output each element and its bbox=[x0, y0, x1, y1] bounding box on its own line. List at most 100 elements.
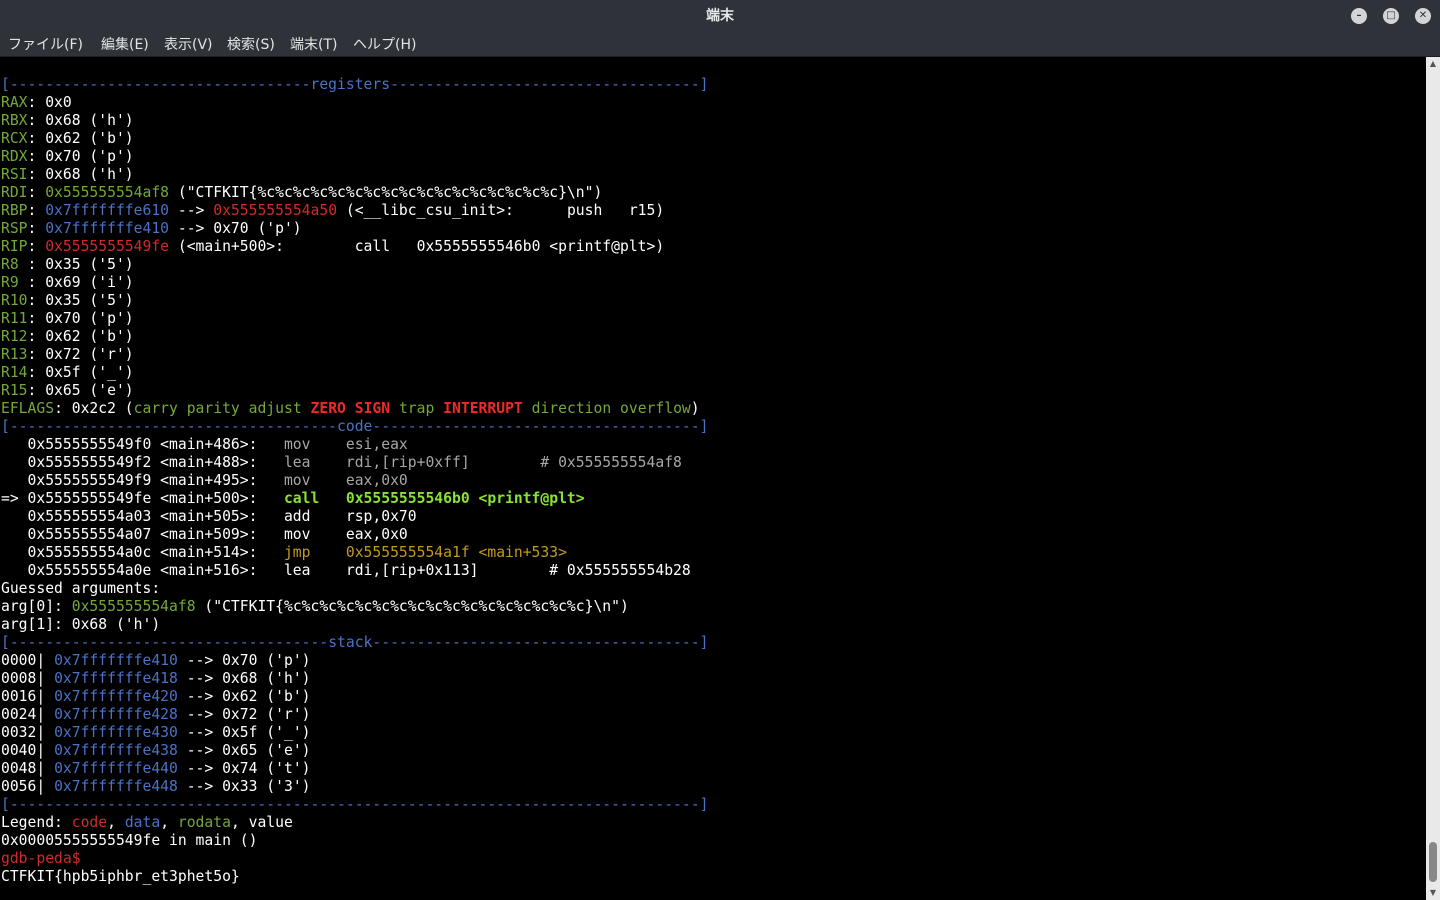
terminal-text: ZERO SIGN bbox=[310, 400, 391, 417]
terminal-text: CTFKIT{hpb5iphbr_et3phet5o} bbox=[1, 868, 240, 885]
title-bar[interactable]: 端末 – □ ✕ bbox=[0, 0, 1440, 32]
terminal-text: 0x5555555549fe bbox=[45, 238, 170, 255]
terminal-text: : 0x69 ('i') bbox=[27, 274, 134, 291]
terminal-text: mov eax,0x0 bbox=[283, 472, 408, 489]
terminal-text: stack bbox=[328, 634, 373, 651]
menu-edit[interactable]: 編集(E) bbox=[101, 32, 149, 56]
terminal-text: --> 0x33 ('3') bbox=[177, 778, 311, 795]
terminal-line: RBP: 0x7fffffffe610 --> 0x555555554a50 (… bbox=[1, 202, 708, 220]
terminal-line: 0024| 0x7fffffffe428 --> 0x72 ('r') bbox=[1, 706, 708, 724]
terminal-text: EFLAGS bbox=[1, 400, 55, 417]
terminal-text: : 0x2c2 ( bbox=[54, 400, 134, 417]
terminal-text: : 0x68 ('h') bbox=[27, 112, 134, 129]
terminal-line: R12: 0x62 ('b') bbox=[1, 328, 708, 346]
terminal-text: 0x555555554a07 <main+509>: mov eax,0x0 bbox=[1, 526, 408, 543]
terminal-text: : 0x68 ('h') bbox=[27, 166, 134, 183]
terminal-line: 0x5555555549f2 <main+488>: lea rdi,[rip+… bbox=[1, 454, 708, 472]
terminal-line: [------------------------------------sta… bbox=[1, 634, 708, 652]
terminal-text: R9 bbox=[1, 274, 28, 291]
close-icon[interactable]: ✕ bbox=[1415, 8, 1431, 24]
terminal-text: mov esi,eax bbox=[283, 436, 408, 453]
terminal-text: [---------------------------------------… bbox=[1, 796, 709, 813]
terminal-text: 0016| bbox=[1, 688, 55, 705]
terminal-line: CTFKIT{hpb5iphbr_et3phet5o} bbox=[1, 868, 708, 886]
terminal-line: 0032| 0x7fffffffe430 --> 0x5f ('_') bbox=[1, 724, 708, 742]
scroll-thumb[interactable] bbox=[1429, 842, 1437, 882]
terminal-text: R14 bbox=[1, 364, 28, 381]
terminal-text: 0x5555555549f9 <main+495>: bbox=[1, 472, 284, 489]
terminal-text: 0040| bbox=[1, 742, 55, 759]
terminal-text: RSI bbox=[1, 166, 28, 183]
terminal-text: RAX bbox=[1, 94, 28, 111]
terminal-text: (<main+500>: call 0x5555555546b0 <printf… bbox=[169, 238, 665, 255]
terminal-text: lea rdi,[rip+0xff] # 0x555555554af8 bbox=[283, 454, 682, 471]
menu-view[interactable]: 表示(V) bbox=[164, 32, 213, 56]
terminal-line: 0000| 0x7fffffffe410 --> 0x70 ('p') bbox=[1, 652, 708, 670]
terminal-line: 0x555555554a03 <main+505>: add rsp,0x70 bbox=[1, 508, 708, 526]
terminal-text: 0x7fffffffe428 bbox=[54, 706, 178, 723]
terminal-text: 0x7fffffffe440 bbox=[54, 760, 178, 777]
terminal-text: R15 bbox=[1, 382, 28, 399]
terminal-text: 0x7fffffffe430 bbox=[54, 724, 178, 741]
terminal-text: data bbox=[124, 814, 161, 831]
terminal-lines: [----------------------------------regis… bbox=[1, 76, 708, 886]
menu-file[interactable]: ファイル(F) bbox=[8, 32, 83, 56]
terminal-text: 0x555555554a0c <main+514>: bbox=[1, 544, 284, 561]
terminal-text: ("CTFKIT{%c%c%c%c%c%c%c%c%c%c%c%c%c%c%c%… bbox=[169, 184, 603, 201]
terminal-text: rodata bbox=[177, 814, 231, 831]
terminal-text: 0x7fffffffe410 bbox=[54, 652, 178, 669]
terminal-line: [---------------------------------------… bbox=[1, 796, 708, 814]
terminal-text: : bbox=[27, 184, 46, 201]
terminal-text: 0024| bbox=[1, 706, 55, 723]
terminal-text: 0x5555555549f2 <main+488>: bbox=[1, 454, 284, 471]
terminal-text: code bbox=[337, 418, 373, 435]
terminal-text: arg[0]: bbox=[1, 598, 72, 615]
terminal-text: 0x7fffffffe448 bbox=[54, 778, 178, 795]
menu-terminal[interactable]: 端末(T) bbox=[290, 32, 337, 56]
terminal-text: -------------------------------------] bbox=[372, 634, 709, 651]
maximize-icon[interactable]: □ bbox=[1383, 8, 1399, 24]
terminal-text: => 0x5555555549fe <main+500>: bbox=[1, 490, 284, 507]
terminal-text: 0x555555554af8 bbox=[71, 598, 196, 615]
terminal-line: 0040| 0x7fffffffe438 --> 0x65 ('e') bbox=[1, 742, 708, 760]
terminal-text: : bbox=[27, 238, 46, 255]
terminal-text: R10 bbox=[1, 292, 28, 309]
terminal-text: [------------------------------------ bbox=[1, 634, 329, 651]
scroll-down-icon[interactable]: ▼ bbox=[1428, 888, 1438, 897]
scroll-up-icon[interactable]: ▲ bbox=[1428, 59, 1438, 68]
scrollbar[interactable]: ▲ ▼ bbox=[1426, 57, 1440, 900]
terminal-text: R13 bbox=[1, 346, 28, 363]
minimize-icon[interactable]: – bbox=[1351, 8, 1367, 24]
terminal-line: RCX: 0x62 ('b') bbox=[1, 130, 708, 148]
terminal-text: carry parity adjust bbox=[133, 400, 311, 417]
menu-help[interactable]: ヘルプ(H) bbox=[353, 32, 416, 56]
terminal-text: RDI bbox=[1, 184, 28, 201]
terminal-text: : 0x35 ('5') bbox=[27, 256, 134, 273]
terminal-text: 0048| bbox=[1, 760, 55, 777]
terminal-line: RSP: 0x7fffffffe410 --> 0x70 ('p') bbox=[1, 220, 708, 238]
terminal-line: RSI: 0x68 ('h') bbox=[1, 166, 708, 184]
terminal-text: 0x555555554a0e <main+516>: lea rdi,[rip+… bbox=[1, 562, 691, 579]
terminal-text: : bbox=[27, 202, 46, 219]
terminal-text: registers bbox=[310, 76, 391, 93]
terminal-text: , value bbox=[230, 814, 293, 831]
terminal-text: direction overflow bbox=[522, 400, 691, 417]
terminal-text: --> 0x70 ('p') bbox=[169, 220, 302, 237]
terminal-text: 0x555555554a50 bbox=[213, 202, 338, 219]
terminal-output[interactable]: [----------------------------------regis… bbox=[0, 57, 1426, 900]
terminal-text: [---------------------------------- bbox=[1, 76, 311, 93]
terminal-line: => 0x5555555549fe <main+500>: call 0x555… bbox=[1, 490, 708, 508]
terminal-text: 0x7fffffffe610 bbox=[45, 202, 170, 219]
terminal-line: Guessed arguments: bbox=[1, 580, 708, 598]
menu-search[interactable]: 検索(S) bbox=[227, 32, 275, 56]
terminal-text: 0032| bbox=[1, 724, 55, 741]
terminal-line: arg[1]: 0x68 ('h') bbox=[1, 616, 708, 634]
terminal-text: , bbox=[160, 814, 178, 831]
terminal-text: --> bbox=[169, 202, 214, 219]
terminal-text: 0x555555554a03 <main+505>: add rsp,0x70 bbox=[1, 508, 417, 525]
terminal-line: R13: 0x72 ('r') bbox=[1, 346, 708, 364]
terminal-text: : 0x62 ('b') bbox=[27, 328, 134, 345]
terminal-text: arg[1]: 0x68 ('h') bbox=[1, 616, 161, 633]
terminal-line: 0x555555554a0c <main+514>: jmp 0x5555555… bbox=[1, 544, 708, 562]
terminal-line: 0056| 0x7fffffffe448 --> 0x33 ('3') bbox=[1, 778, 708, 796]
